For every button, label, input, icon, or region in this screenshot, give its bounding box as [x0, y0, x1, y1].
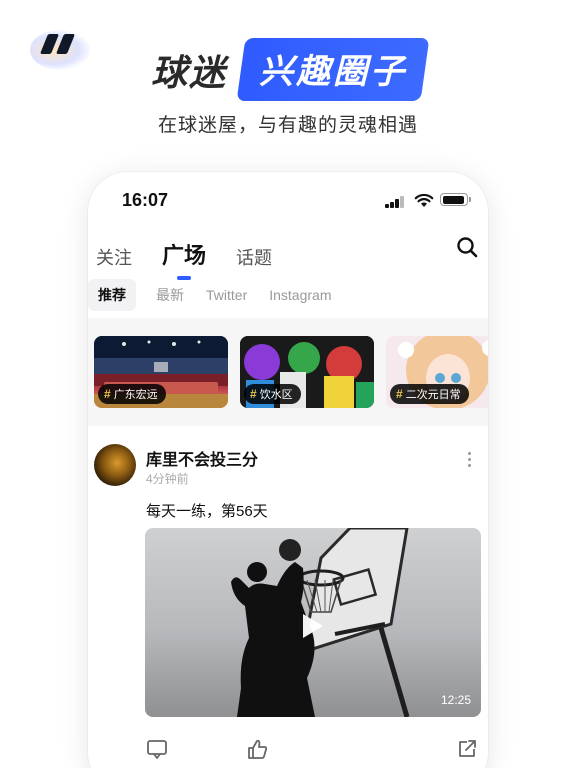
phone-frame: 16:07 关注 广场 话题 推荐 最新 Twitter Instagram #… — [88, 172, 488, 768]
topic-tag: # 二次元日常 — [390, 384, 469, 404]
wifi-icon — [414, 193, 434, 207]
battery-icon — [440, 193, 471, 206]
search-icon[interactable] — [456, 236, 478, 258]
status-bar: 16:07 — [88, 172, 488, 228]
tab-follow[interactable]: 关注 — [96, 244, 132, 270]
comment-icon[interactable] — [146, 738, 168, 760]
post-time: 4分钟前 — [146, 472, 189, 486]
subtab-instagram[interactable]: Instagram — [269, 287, 331, 303]
share-icon[interactable] — [456, 738, 478, 760]
subtab-twitter[interactable]: Twitter — [206, 287, 247, 303]
topic-card-guangdong[interactable]: # 广东宏远 — [94, 336, 228, 408]
subtab-recommend[interactable]: 推荐 — [88, 279, 136, 311]
promo-headline: 球迷 兴趣圈子 — [0, 38, 576, 101]
hash-icon: # — [396, 387, 403, 401]
hash-icon: # — [250, 387, 257, 401]
post-author[interactable]: 库里不会投三分 — [146, 446, 258, 470]
topic-tag: # 饮水区 — [244, 384, 301, 404]
feed-post: 库里不会投三分 4分钟前 每天一练，第56天 12:25 — [88, 428, 488, 768]
sub-tabs: 推荐 最新 Twitter Instagram — [88, 279, 353, 311]
post-video[interactable]: 12:25 — [145, 528, 481, 717]
signal-icon — [385, 196, 405, 208]
more-icon[interactable] — [468, 452, 472, 468]
promo-subtitle: 在球迷屋，与有趣的灵魂相遇 — [157, 115, 418, 136]
video-duration: 12:25 — [440, 693, 471, 707]
topic-card-drinking-zone[interactable]: # 饮水区 — [240, 336, 374, 408]
post-actions — [88, 738, 488, 762]
topic-tag: # 广东宏远 — [98, 384, 166, 404]
avatar[interactable] — [94, 444, 136, 486]
headline-highlight-text: 兴趣圈子 — [259, 52, 408, 92]
tab-square[interactable]: 广场 — [162, 238, 206, 280]
headline-left-text: 球迷 — [150, 52, 227, 94]
tab-topics[interactable]: 话题 — [236, 244, 272, 270]
topic-card-anime[interactable]: # 二次元日常 — [386, 336, 488, 408]
basketball-dunk-image — [231, 528, 410, 717]
post-text: 每天一练，第56天 — [146, 503, 268, 520]
status-time: 16:07 — [122, 190, 169, 210]
subtab-latest[interactable]: 最新 — [156, 285, 184, 305]
headline-highlight-box: 兴趣圈子 — [236, 38, 430, 101]
like-icon[interactable] — [246, 738, 268, 760]
hash-icon: # — [104, 387, 111, 401]
main-tabs: 关注 广场 话题 — [96, 230, 302, 280]
topic-strip: # 广东宏远 # 饮水区 # 二次元日常 — [88, 318, 488, 426]
